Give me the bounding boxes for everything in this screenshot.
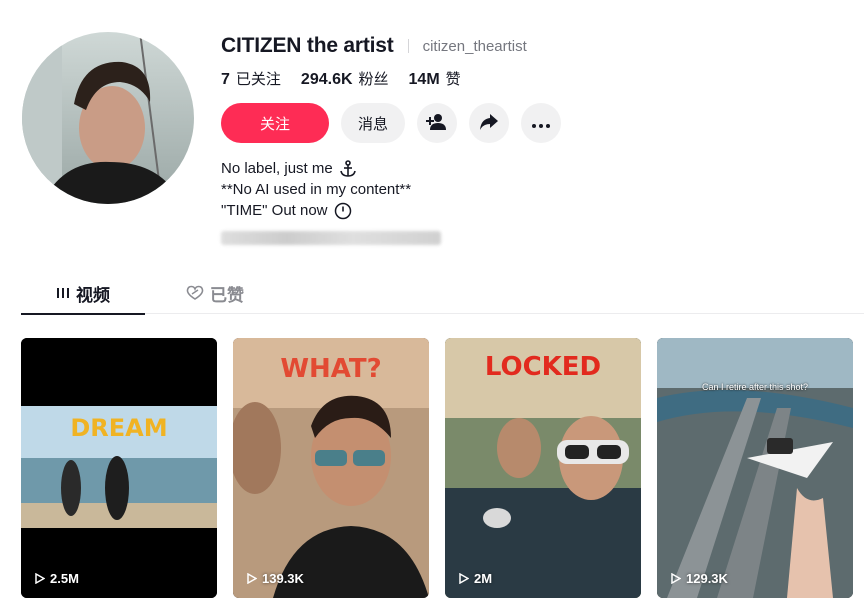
view-count-text: 139.3K xyxy=(262,571,304,586)
link-text-blurred xyxy=(221,231,441,245)
video-caption: Can I retire after this shot? xyxy=(701,382,809,392)
stat-value: 7 xyxy=(221,71,230,88)
share-arrow-icon xyxy=(479,113,499,134)
tab-liked[interactable]: 已赞 xyxy=(153,272,277,314)
profile-avatar[interactable] xyxy=(22,32,194,204)
view-count: 2M xyxy=(459,571,492,586)
video-title: LOCKED xyxy=(484,352,602,382)
tab-label: 视频 xyxy=(76,285,110,305)
heart-outline-icon xyxy=(186,285,204,301)
clock-icon xyxy=(334,202,352,220)
video-card[interactable]: LOCKED 2M xyxy=(445,338,641,598)
add-friend-button[interactable] xyxy=(417,103,457,143)
message-button[interactable]: 消息 xyxy=(341,103,405,143)
follow-button[interactable]: 关注 xyxy=(221,103,329,143)
display-name: CITIZEN the artist xyxy=(221,34,394,57)
profile-actions: 关注 消息 xyxy=(221,103,573,143)
view-count: 129.3K xyxy=(671,571,728,586)
more-options-button[interactable] xyxy=(521,103,561,143)
share-button[interactable] xyxy=(469,103,509,143)
grid-icon xyxy=(56,286,70,300)
view-count: 139.3K xyxy=(247,571,304,586)
video-grid: DREAM 2.5M WHAT? 139.3K LOCKED 2M Can I … xyxy=(21,338,853,598)
more-dots-icon xyxy=(532,116,550,131)
stat-following[interactable]: 7 已关注 xyxy=(221,68,281,89)
content-tabs: 视频 已赞 xyxy=(21,272,864,315)
stat-label: 粉丝 xyxy=(358,71,389,88)
stat-value: 294.6K xyxy=(300,71,353,88)
bio-text: No label, just me xyxy=(221,160,333,177)
stat-value: 14M xyxy=(408,71,440,88)
play-icon xyxy=(35,573,45,584)
tab-label: 已赞 xyxy=(210,285,244,305)
play-icon xyxy=(247,573,257,584)
stat-label: 已关注 xyxy=(235,71,281,88)
play-icon xyxy=(459,573,469,584)
play-icon xyxy=(671,573,681,584)
profile-stats: 7 已关注 294.6K 粉丝 14M 赞 xyxy=(221,68,481,89)
video-card[interactable]: DREAM 2.5M xyxy=(21,338,217,598)
video-card[interactable]: Can I retire after this shot? 129.3K xyxy=(657,338,853,598)
bio-text: "TIME" Out now xyxy=(221,202,328,219)
tab-videos[interactable]: 视频 xyxy=(21,272,145,315)
profile-link[interactable] xyxy=(221,231,441,245)
video-card[interactable]: WHAT? 139.3K xyxy=(233,338,429,598)
username: citizen_theartist xyxy=(422,37,527,55)
bio-text: **No AI used in my content** xyxy=(221,181,412,198)
bio-line: No label, just me xyxy=(221,158,411,179)
stat-label: 赞 xyxy=(445,71,461,88)
name-divider xyxy=(407,39,409,53)
profile-name-row: CITIZEN the artist citizen_theartist xyxy=(221,34,527,58)
video-title: WHAT? xyxy=(280,354,382,384)
bio-line: **No AI used in my content** xyxy=(221,179,411,200)
view-count-text: 2M xyxy=(474,571,493,586)
stat-followers[interactable]: 294.6K 粉丝 xyxy=(301,68,389,89)
video-title: DREAM xyxy=(70,414,168,442)
bio-line: "TIME" Out now xyxy=(221,200,411,221)
add-user-icon xyxy=(426,113,448,134)
anchor-icon xyxy=(339,159,357,178)
profile-bio: No label, just me **No AI used in my con… xyxy=(221,158,411,221)
view-count-text: 2.5M xyxy=(50,571,79,586)
stat-likes: 14M 赞 xyxy=(409,68,461,89)
view-count: 2.5M xyxy=(35,571,79,586)
view-count-text: 129.3K xyxy=(686,571,728,586)
